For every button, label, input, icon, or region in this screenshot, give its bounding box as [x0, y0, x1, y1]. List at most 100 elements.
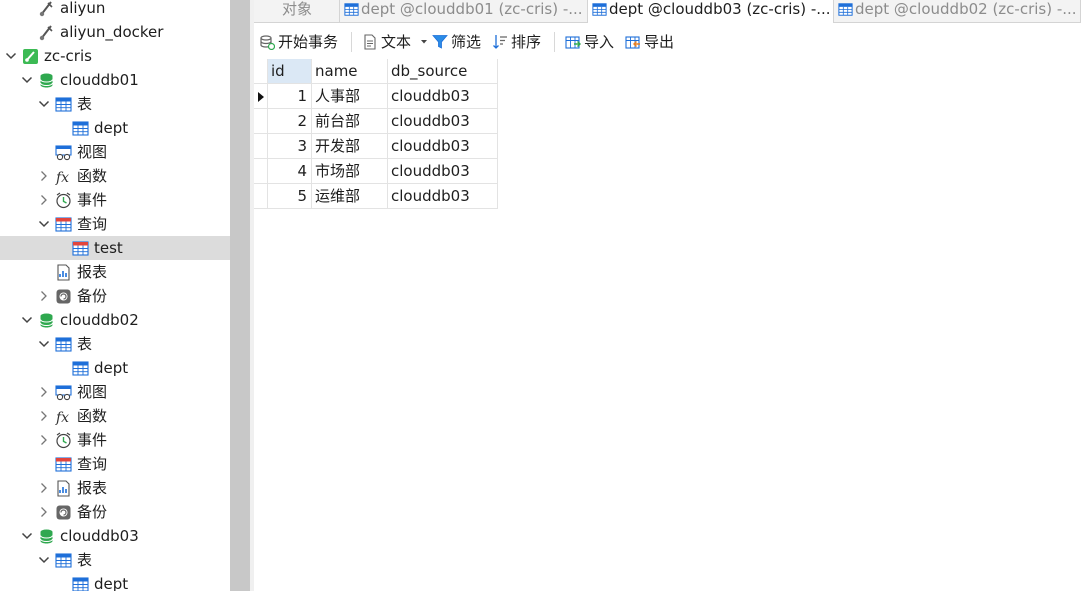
row-selector[interactable]: [254, 159, 268, 184]
database-icon: [38, 312, 55, 329]
grid-cell-id[interactable]: 3: [268, 134, 312, 159]
chevron-right-icon[interactable]: [37, 404, 51, 428]
sort-button[interactable]: 排序: [492, 31, 544, 53]
tree-item-dept[interactable]: dept: [0, 356, 230, 380]
row-selector[interactable]: [254, 109, 268, 134]
tab-2[interactable]: dept @clouddb03 (zc-cris) -...: [588, 0, 834, 23]
tree-item-报表[interactable]: 报表: [0, 476, 230, 500]
tree-item-dept[interactable]: dept: [0, 116, 230, 140]
connection-icon: [38, 0, 55, 17]
chevron-right-icon[interactable]: [37, 164, 51, 188]
grid-cell-db_source[interactable]: clouddb03: [388, 134, 498, 159]
tree-item-事件[interactable]: 事件: [0, 428, 230, 452]
chevron-right-icon[interactable]: [37, 428, 51, 452]
chevron-right-icon[interactable]: [37, 476, 51, 500]
grid-cell-name[interactable]: 人事部: [312, 84, 388, 109]
tree-item-视图[interactable]: 视图: [0, 140, 230, 164]
backup-icon: [55, 288, 72, 305]
tree-item-label: dept: [94, 119, 129, 137]
tree-item-aliyun_docker[interactable]: aliyun_docker: [0, 20, 230, 44]
chevron-down-icon[interactable]: [20, 308, 34, 332]
tab-label: dept @clouddb01 (zc-cris) -...: [361, 0, 583, 18]
begin-transaction-button[interactable]: 开始事务: [259, 31, 343, 53]
export-button[interactable]: 导出: [625, 31, 677, 53]
tree-item-label: 事件: [77, 191, 108, 209]
grid-cell-id[interactable]: 1: [268, 84, 312, 109]
tab-3[interactable]: dept @clouddb02 (zc-cris) -...: [834, 0, 1081, 22]
grid-cell-name[interactable]: 前台部: [312, 109, 388, 134]
chevron-right-icon[interactable]: [37, 380, 51, 404]
filter-button[interactable]: 筛选: [432, 31, 484, 53]
chevron-right-icon[interactable]: [37, 284, 51, 308]
grid-cell-db_source[interactable]: clouddb03: [388, 159, 498, 184]
tree-item-表[interactable]: 表: [0, 548, 230, 572]
tree-item-label: 表: [77, 551, 93, 569]
filter-icon: [432, 35, 448, 49]
grid-cell-db_source[interactable]: clouddb03: [388, 184, 498, 209]
chevron-right-icon[interactable]: [37, 500, 51, 524]
tree-item-查询[interactable]: 查询: [0, 452, 230, 476]
view-icon: [55, 144, 72, 161]
column-header-db_source[interactable]: db_source: [388, 59, 498, 84]
text-label: 文本: [381, 33, 412, 51]
tree-item-表[interactable]: 表: [0, 332, 230, 356]
grid-cell-id[interactable]: 5: [268, 184, 312, 209]
sidebar-scrollbar[interactable]: [230, 0, 250, 591]
tree-item-事件[interactable]: 事件: [0, 188, 230, 212]
tree-item-备份[interactable]: 备份: [0, 500, 230, 524]
chevron-down-icon[interactable]: [20, 524, 34, 548]
tree-item-dept[interactable]: dept: [0, 572, 230, 591]
chevron-down-icon[interactable]: [4, 44, 18, 68]
chevron-down-icon[interactable]: [37, 548, 51, 572]
grid-cell-db_source[interactable]: clouddb03: [388, 109, 498, 134]
chevron-down-icon[interactable]: [37, 332, 51, 356]
chevron-right-icon[interactable]: [37, 188, 51, 212]
tree-item-表[interactable]: 表: [0, 92, 230, 116]
grid-cell-id[interactable]: 4: [268, 159, 312, 184]
tab-1[interactable]: dept @clouddb01 (zc-cris) -...: [340, 0, 588, 22]
connection-open-icon: [22, 48, 39, 65]
table-icon: [592, 2, 607, 22]
row-selector[interactable]: [254, 134, 268, 159]
grid-cell-id[interactable]: 2: [268, 109, 312, 134]
tree-item-test[interactable]: test: [0, 236, 230, 260]
tree-item-label: dept: [94, 575, 129, 591]
tree-item-label: 查询: [77, 215, 108, 233]
column-header-name[interactable]: name: [312, 59, 388, 84]
transaction-icon: [260, 35, 275, 50]
tree-item-视图[interactable]: 视图: [0, 380, 230, 404]
row-header-corner: [254, 59, 268, 84]
tree-item-aliyun[interactable]: aliyun: [0, 0, 230, 20]
chevron-down-icon[interactable]: [37, 212, 51, 236]
tree-item-查询[interactable]: 查询: [0, 212, 230, 236]
tree-item-zc-cris[interactable]: zc-cris: [0, 44, 230, 68]
tab-0[interactable]: 对象: [254, 0, 340, 22]
grid-cell-name[interactable]: 运维部: [312, 184, 388, 209]
grid-cell-name[interactable]: 市场部: [312, 159, 388, 184]
grid-cell-db_source[interactable]: clouddb03: [388, 84, 498, 109]
chevron-down-icon[interactable]: [20, 68, 34, 92]
tree-item-label: aliyun_docker: [60, 23, 164, 41]
tree-item-函数[interactable]: fx 函数: [0, 404, 230, 428]
tree-item-clouddb03[interactable]: clouddb03: [0, 524, 230, 548]
tree-item-报表[interactable]: 报表: [0, 260, 230, 284]
row-selector[interactable]: [254, 84, 268, 109]
tree-item-label: 视图: [77, 383, 108, 401]
begin-transaction-label: 开始事务: [278, 33, 339, 51]
tree-item-函数[interactable]: fx 函数: [0, 164, 230, 188]
table-icon: [72, 576, 89, 591]
svg-text:fx: fx: [55, 410, 69, 425]
table-icon: [838, 2, 853, 22]
import-button[interactable]: 导入: [565, 31, 617, 53]
row-selector[interactable]: [254, 184, 268, 209]
column-header-id[interactable]: id: [268, 59, 312, 84]
text-button[interactable]: 文本: [362, 31, 427, 53]
chevron-down-icon[interactable]: [37, 92, 51, 116]
tree-item-备份[interactable]: 备份: [0, 284, 230, 308]
tree-item-clouddb01[interactable]: clouddb01: [0, 68, 230, 92]
grid-cell-name[interactable]: 开发部: [312, 134, 388, 159]
tree-item-clouddb02[interactable]: clouddb02: [0, 308, 230, 332]
query-folder-icon: [55, 456, 72, 473]
import-label: 导入: [584, 33, 615, 51]
tree-item-label: aliyun: [60, 0, 106, 17]
